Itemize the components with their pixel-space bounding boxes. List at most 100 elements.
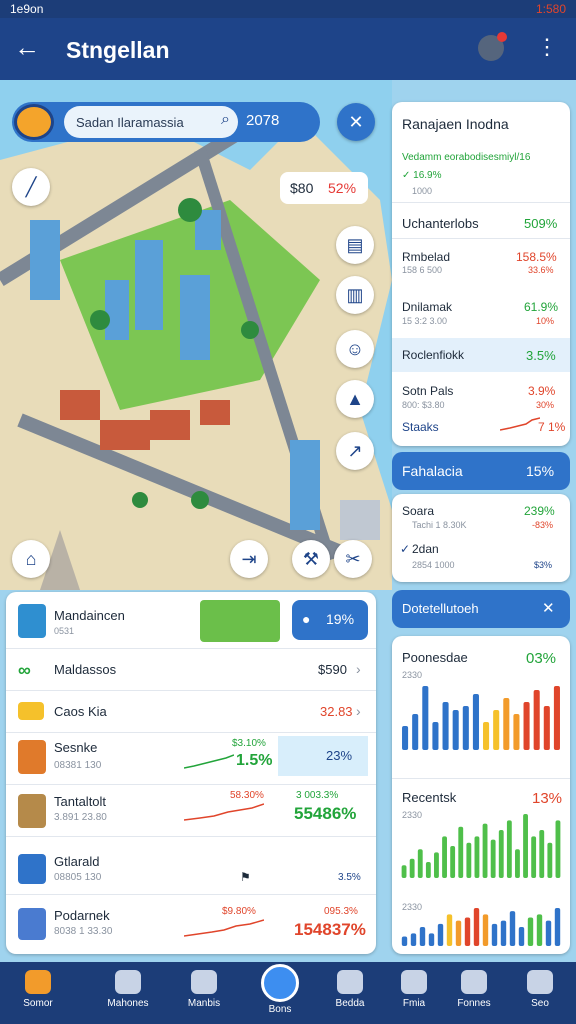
infinity-icon: ∞ (18, 660, 31, 680)
chart-bar (466, 842, 472, 878)
stats-row-sub: 15 3:2 3.00 (402, 316, 448, 326)
avatar[interactable] (478, 32, 507, 61)
item-percent: 55486% (294, 804, 357, 823)
item-percent: 23% (326, 748, 353, 763)
list-item[interactable]: Caos Kia 32.83 › (14, 692, 368, 732)
section-row-value: 239% (524, 504, 555, 518)
map-card-button[interactable]: ▤ (336, 226, 374, 264)
chart-bar (464, 917, 471, 946)
chart-bar (442, 836, 447, 878)
list-item[interactable]: ∞ Maldassos $590 › (14, 650, 368, 690)
chart-bar (554, 908, 561, 946)
section-header[interactable]: Fahalacia 15% (392, 452, 570, 490)
landmark-icon: ⌂ (25, 549, 37, 569)
section-card: Soara 239% Tachi 1 8.30K -83% ✓ 2dan 285… (392, 494, 570, 582)
section-header[interactable]: Dotetellutoeh ✕ (392, 590, 570, 628)
list-item[interactable]: Sesnke 08381 130 $3.10% 1.5% 23% (14, 734, 368, 784)
item-price: $3.10% (232, 738, 266, 749)
map-tools-button[interactable]: ✂ (334, 540, 372, 578)
chart-bar (493, 710, 500, 750)
chart-bar (518, 927, 525, 946)
map-building-button[interactable]: ▥ (336, 276, 374, 314)
bar-chart (401, 908, 561, 946)
item-highlight: 23% (278, 736, 368, 776)
more-menu-icon[interactable]: ⋮ (536, 34, 558, 60)
chart-bar (509, 911, 516, 946)
section-row-sub: Tachi 1 8.30K (412, 520, 467, 530)
map-illustration (0, 114, 392, 590)
item-sub: 0531 (54, 626, 75, 636)
chart-label: Poonesdae (402, 650, 468, 665)
list-item[interactable]: Gtlarald 08805 130 ⚑ 3.5% (14, 846, 368, 892)
stats-row-label: Staaks (402, 420, 439, 434)
search-placeholder: Sadan Ilaramassia (76, 115, 184, 130)
nav-item[interactable]: Fonnes (442, 962, 506, 1024)
chart-bar (490, 839, 496, 878)
trend-sparkline (184, 803, 264, 821)
search-icon[interactable]: ⌕ (221, 111, 230, 129)
profile-icon (527, 970, 553, 994)
map-move-button[interactable]: ⇥ (230, 540, 268, 578)
city-map[interactable] (0, 80, 392, 590)
list-item[interactable]: Podarnek 8038 1 33.30 $9.80% 095.3% 1548… (14, 900, 368, 948)
chart-bar (442, 702, 449, 750)
map-rocket-button[interactable]: ▲ (336, 380, 374, 418)
rocket-icon: ▲ (346, 389, 364, 409)
flag-icon: ⚑ (240, 870, 251, 884)
chart-bar (434, 852, 439, 878)
tools-button[interactable]: ✕ (337, 103, 375, 141)
nav-item[interactable]: Mahones (96, 962, 160, 1024)
tools-icon[interactable]: ✕ (542, 599, 555, 617)
item-name: Sesnke (54, 740, 98, 755)
item-thumbnail (18, 740, 46, 774)
item-thumbnail (18, 854, 46, 884)
map-route-button[interactable]: ↗ (336, 432, 374, 470)
chart-bar (412, 714, 419, 750)
chart-bar (545, 920, 552, 946)
promo-button[interactable]: ● 19% (292, 600, 368, 640)
section-row-sub-value: $3% (534, 560, 553, 570)
stats-row-label: Uchanterlobs (402, 216, 479, 231)
nav-item[interactable]: Fmia (382, 962, 446, 1024)
list-card: Mandaincen 0531 ● 19% ∞ Maldassos $590 ›… (6, 592, 376, 954)
stats-panel-title: Ranajaen Inodna (402, 116, 509, 132)
chart-bar (533, 690, 540, 750)
list-item[interactable]: Mandaincen 0531 ● 19% (14, 600, 368, 644)
chart-bar (500, 920, 507, 946)
chart-bar (482, 914, 489, 946)
city-emblem-icon[interactable] (14, 104, 54, 140)
chart-bar (450, 846, 456, 878)
bar-chart (401, 814, 561, 878)
highlight-row[interactable]: Roclenfiokk 3.5% (392, 338, 570, 372)
tools-icon: ✕ (348, 112, 364, 132)
stats-row-sub: 158 6 500 (402, 265, 443, 275)
stats-row-sub-value: 33.6% (528, 265, 554, 275)
item-percent: 154837% (294, 920, 366, 939)
promo-image (200, 600, 280, 642)
hammer-icon: ⚒ (302, 549, 320, 569)
price-chip[interactable]: $80 52% (280, 172, 368, 204)
map-landmark-button[interactable]: ⌂ (12, 540, 50, 578)
nav-item[interactable]: Somor (6, 962, 70, 1024)
item-name: Caos Kia (54, 704, 107, 719)
chart-bar (491, 923, 498, 946)
map-pen-button[interactable]: ╱ (12, 168, 50, 206)
chart-bar (523, 814, 528, 878)
chart-bar (527, 917, 534, 946)
stats-row-label: Sotn Pals (402, 384, 454, 398)
chart-value: 13% (532, 790, 563, 807)
back-arrow-icon[interactable]: ← (14, 34, 40, 60)
nav-item[interactable]: Manbis (172, 962, 236, 1024)
list-item[interactable]: Tantaltolt 3.891 23.80 58.30% 3 003.3% 5… (14, 786, 368, 836)
map-user-button[interactable]: ☺ (336, 330, 374, 368)
item-name: Maldassos (54, 662, 117, 677)
map-hammer-button[interactable]: ⚒ (292, 540, 330, 578)
nav-item[interactable]: Bedda (318, 962, 382, 1024)
search-input[interactable]: Sadan Ilaramassia ⌕ (64, 106, 238, 138)
nav-item[interactable]: Seo (508, 962, 572, 1024)
chart-bar (523, 702, 530, 750)
trend-sparkline (184, 919, 264, 937)
nav-item[interactable]: Bons (248, 962, 312, 1024)
chart-bar (452, 710, 459, 750)
chart-bar (474, 836, 480, 878)
